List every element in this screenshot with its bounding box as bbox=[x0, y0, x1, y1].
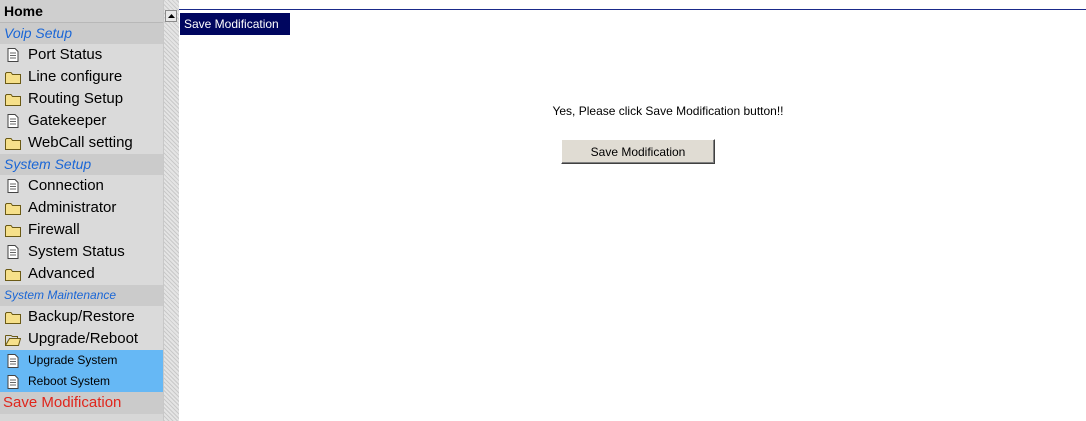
page-icon bbox=[4, 353, 22, 368]
folder-icon bbox=[4, 267, 22, 281]
page-icon bbox=[4, 245, 22, 259]
sidebar-item-gatekeeper[interactable]: Gatekeeper bbox=[0, 110, 163, 132]
sidebar-item-label: Upgrade System bbox=[28, 353, 118, 367]
sidebar-item-label: Port Status bbox=[28, 46, 103, 63]
frame-scrollbar[interactable] bbox=[164, 0, 179, 421]
sidebar-home[interactable]: Home bbox=[0, 0, 163, 23]
sidebar-subitem-upgrade-system[interactable]: Upgrade System bbox=[0, 350, 163, 371]
sidebar-item-routing-setup[interactable]: Routing Setup bbox=[0, 88, 163, 110]
folder-icon bbox=[4, 70, 22, 84]
page-title: Save Modification bbox=[180, 13, 290, 35]
section-system-setup[interactable]: System Setup bbox=[0, 154, 163, 175]
top-divider bbox=[179, 9, 1086, 10]
sidebar-item-label: Line configure bbox=[28, 68, 123, 85]
page-icon bbox=[4, 179, 22, 193]
sidebar-item-label: Advanced bbox=[28, 265, 95, 282]
folder-icon bbox=[4, 136, 22, 150]
sidebar-item-label: Backup/Restore bbox=[28, 308, 135, 325]
folder-icon bbox=[4, 310, 22, 324]
sidebar-subitem-reboot-system[interactable]: Reboot System bbox=[0, 371, 163, 392]
sidebar-item-upgrade-reboot[interactable]: Upgrade/Reboot bbox=[0, 328, 163, 350]
page-icon bbox=[4, 374, 22, 389]
sidebar-item-advanced[interactable]: Advanced bbox=[0, 263, 163, 285]
sidebar-item-administrator[interactable]: Administrator bbox=[0, 197, 163, 219]
save-modification-button[interactable]: Save Modification bbox=[561, 139, 715, 164]
sidebar-item-backup-restore[interactable]: Backup/Restore bbox=[0, 306, 163, 328]
sidebar-item-system-status[interactable]: System Status bbox=[0, 241, 163, 263]
folder-icon bbox=[4, 223, 22, 237]
sidebar-nav: Home Voip Setup Port Status Line configu… bbox=[0, 0, 164, 421]
open-folder-icon bbox=[4, 332, 22, 346]
sidebar-item-label: Gatekeeper bbox=[28, 112, 107, 129]
section-voip-setup[interactable]: Voip Setup bbox=[0, 23, 163, 44]
sidebar-item-firewall[interactable]: Firewall bbox=[0, 219, 163, 241]
sidebar-item-label: Reboot System bbox=[28, 374, 111, 388]
section-system-maintenance[interactable]: System Maintenance bbox=[0, 285, 163, 306]
scroll-up-arrow-icon[interactable] bbox=[165, 10, 177, 22]
save-prompt-text: Yes, Please click Save Modification butt… bbox=[552, 104, 784, 118]
sidebar-item-label: Administrator bbox=[28, 199, 117, 216]
sidebar-item-port-status[interactable]: Port Status bbox=[0, 44, 163, 66]
sidebar-item-label: Routing Setup bbox=[28, 90, 124, 107]
sidebar-save-modification-link[interactable]: Save Modification bbox=[0, 392, 163, 414]
sidebar-item-webcall-setting[interactable]: WebCall setting bbox=[0, 132, 163, 154]
sidebar-item-label: Connection bbox=[28, 177, 104, 194]
sidebar-item-label: System Status bbox=[28, 243, 125, 260]
folder-icon bbox=[4, 201, 22, 215]
sidebar-item-line-configure[interactable]: Line configure bbox=[0, 66, 163, 88]
sidebar-item-connection[interactable]: Connection bbox=[0, 175, 163, 197]
sidebar-item-label: WebCall setting bbox=[28, 134, 133, 151]
page-icon bbox=[4, 114, 22, 128]
folder-icon bbox=[4, 92, 22, 106]
sidebar-item-label: Firewall bbox=[28, 221, 80, 238]
sidebar-item-label: Upgrade/Reboot bbox=[28, 330, 139, 347]
page-icon bbox=[4, 48, 22, 62]
